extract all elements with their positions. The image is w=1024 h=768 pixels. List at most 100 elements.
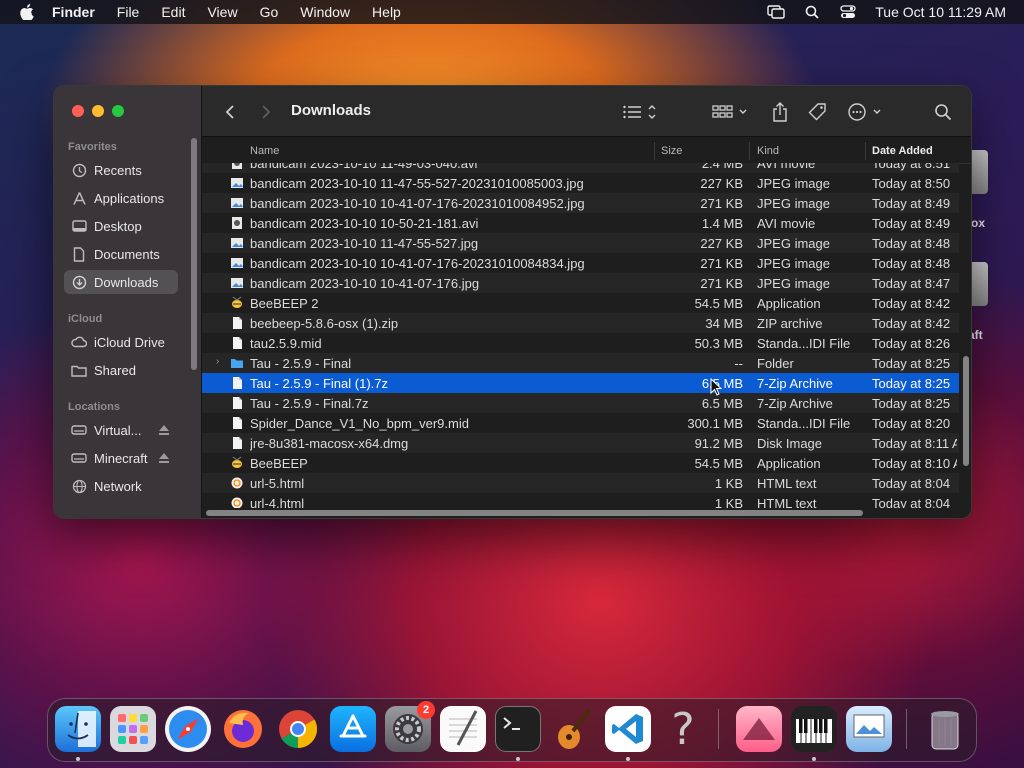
sidebar-item-applications[interactable]: Applications: [64, 186, 178, 210]
file-name: bandicam 2023-10-10 11-47-55-527.jpg: [250, 236, 479, 251]
menu-go[interactable]: Go: [260, 4, 279, 20]
dock-trash[interactable]: [922, 706, 968, 752]
sidebar-item-network[interactable]: Network: [64, 474, 178, 498]
sidebar-item-desktop[interactable]: Desktop: [64, 214, 178, 238]
file-row[interactable]: BeeBEEP 2 54.5 MB Application Today at 8:42: [202, 293, 959, 313]
menu-app-finder[interactable]: Finder: [52, 4, 95, 20]
running-indicator: [516, 757, 520, 761]
file-row[interactable]: › Tau - 2.5.9 - Final -- Folder Today at 8:2…: [202, 353, 959, 373]
menu-view[interactable]: View: [207, 4, 237, 20]
action-button[interactable]: [847, 101, 887, 123]
zoom-button[interactable]: [112, 105, 124, 117]
file-row[interactable]: bandicam 2023-10-10 11-47-55-527-2023101…: [202, 173, 959, 193]
textedit-icon: [449, 710, 478, 746]
eject-icon[interactable]: [158, 424, 170, 436]
file-size: 1 KB: [714, 496, 743, 508]
vertical-scrollbar[interactable]: [963, 356, 969, 466]
column-date-added[interactable]: Date Added: [872, 145, 933, 157]
file-row[interactable]: bandicam 2023-10-10 10-50-21-181.avi 1.4 …: [202, 213, 959, 233]
dock-textedit[interactable]: [440, 706, 486, 752]
file-row[interactable]: Spider_Dance_V1_No_bpm_ver9.mid 300.1 MB S…: [202, 413, 959, 433]
sidebar-item-icloud-drive[interactable]: iCloud Drive: [64, 330, 178, 354]
file-row[interactable]: beebeep-5.8.6-osx (1).zip 34 MB ZIP archiv…: [202, 313, 959, 333]
sidebar-item-shared[interactable]: Shared: [64, 358, 178, 382]
file-row[interactable]: bandicam 2023-10-10 10-41-07-176-2023101…: [202, 193, 959, 213]
sidebar-section-favorites: Favorites: [68, 141, 117, 153]
file-date-added: Today at 8:42: [872, 316, 951, 331]
column-size[interactable]: Size: [661, 145, 682, 157]
file-row[interactable]: jre-8u381-macosx-x64.dmg 91.2 MB Disk Imag…: [202, 433, 959, 453]
dock-finder[interactable]: [55, 706, 101, 752]
dock-preview[interactable]: [846, 706, 892, 752]
file-row[interactable]: tau2.5.9.mid 50.3 MB Standa...IDI File Toda…: [202, 333, 959, 353]
dock-system-settings[interactable]: 2: [385, 701, 435, 752]
sidebar-item-minecraft[interactable]: Minecraft: [64, 446, 178, 470]
menu-window[interactable]: Window: [300, 4, 350, 20]
minimize-button[interactable]: [92, 105, 104, 117]
dock-garageband[interactable]: [550, 706, 596, 752]
share-button[interactable]: [770, 101, 790, 123]
control-center-icon[interactable]: [839, 4, 857, 20]
window-title: Downloads: [291, 102, 372, 119]
tag-button[interactable]: [806, 101, 830, 123]
file-row[interactable]: url-4.html 1 KB HTML text Today at 8:04: [202, 493, 959, 508]
horizontal-scrollbar[interactable]: [206, 510, 863, 516]
apple-menu-icon[interactable]: [18, 3, 36, 21]
file-row[interactable]: Tau - 2.5.9 - Final.7z 6.5 MB 7-Zip Archiv…: [202, 393, 959, 413]
dock-vscode[interactable]: [605, 706, 651, 752]
sidebar-item-recents[interactable]: Recents: [64, 158, 178, 182]
file-name: bandicam 2023-10-10 11-49-03-040.avi: [250, 163, 478, 171]
sidebar-item-label: Virtual...: [94, 422, 142, 438]
file-date-added: Today at 8:10 AM: [872, 456, 957, 471]
file-row[interactable]: bandicam 2023-10-10 11-49-03-040.avi 2.4 …: [202, 163, 959, 173]
list-view-button[interactable]: [622, 101, 660, 123]
dock-piano[interactable]: [791, 706, 837, 752]
file-row[interactable]: bandicam 2023-10-10 10-41-07-176-2023101…: [202, 253, 959, 273]
menu-file[interactable]: File: [117, 4, 140, 20]
sidebar-item-downloads[interactable]: Downloads: [64, 270, 178, 294]
search-button[interactable]: [932, 101, 954, 123]
file-row[interactable]: Tau - 2.5.9 - Final (1).7z 6.5 MB 7-Zip Ar…: [202, 373, 959, 393]
dock-launchpad[interactable]: [110, 706, 156, 752]
dock-help[interactable]: ?: [660, 704, 706, 755]
dock-terminal[interactable]: [495, 706, 541, 752]
column-divider[interactable]: [865, 142, 866, 160]
file-name: bandicam 2023-10-10 10-41-07-176-2023101…: [250, 196, 585, 211]
close-button[interactable]: [72, 105, 84, 117]
dock-firefox[interactable]: [220, 706, 266, 752]
file-row[interactable]: url-5.html 1 KB HTML text Today at 8:04: [202, 473, 959, 493]
menu-help[interactable]: Help: [372, 4, 401, 20]
image-file-icon: [230, 256, 244, 270]
file-name: BeeBEEP: [250, 456, 308, 471]
file-kind: JPEG image: [757, 236, 830, 251]
column-kind[interactable]: Kind: [757, 145, 779, 157]
dock-safari[interactable]: [165, 706, 211, 752]
dock-separator: [718, 709, 719, 749]
file-name: url-5.html: [250, 476, 305, 491]
disclosure-triangle-icon[interactable]: ›: [216, 356, 224, 370]
column-divider[interactable]: [749, 142, 750, 160]
spotlight-icon[interactable]: [803, 4, 821, 20]
forward-button[interactable]: [258, 101, 274, 123]
file-row[interactable]: BeeBEEP 54.5 MB Application Today at 8:10 A…: [202, 453, 959, 473]
file-name: Tau - 2.5.9 - Final: [250, 356, 352, 371]
tag-icon: [808, 103, 826, 121]
screen-mirroring-icon[interactable]: [767, 4, 785, 20]
menubar-clock[interactable]: Tue Oct 10 11:29 AM: [875, 4, 1006, 20]
eject-icon[interactable]: [158, 452, 170, 464]
preview-icon: [853, 714, 885, 738]
column-name[interactable]: Name: [250, 145, 279, 157]
sidebar-item-documents[interactable]: Documents: [64, 242, 178, 266]
menu-edit[interactable]: Edit: [161, 4, 185, 20]
group-button[interactable]: [712, 101, 752, 123]
back-button[interactable]: [222, 101, 238, 123]
dock-app-store[interactable]: [330, 706, 376, 752]
column-divider[interactable]: [654, 142, 655, 160]
file-row[interactable]: bandicam 2023-10-10 11-47-55-527.jpg 227 …: [202, 233, 959, 253]
sidebar-item-virtual[interactable]: Virtual...: [64, 418, 178, 442]
file-row[interactable]: bandicam 2023-10-10 10-41-07-176.jpg 271 …: [202, 273, 959, 293]
dock-chrome[interactable]: [275, 706, 321, 752]
dock-affinity[interactable]: [736, 706, 782, 752]
file-size: --: [734, 356, 743, 371]
sidebar-scrollbar[interactable]: [191, 138, 197, 370]
